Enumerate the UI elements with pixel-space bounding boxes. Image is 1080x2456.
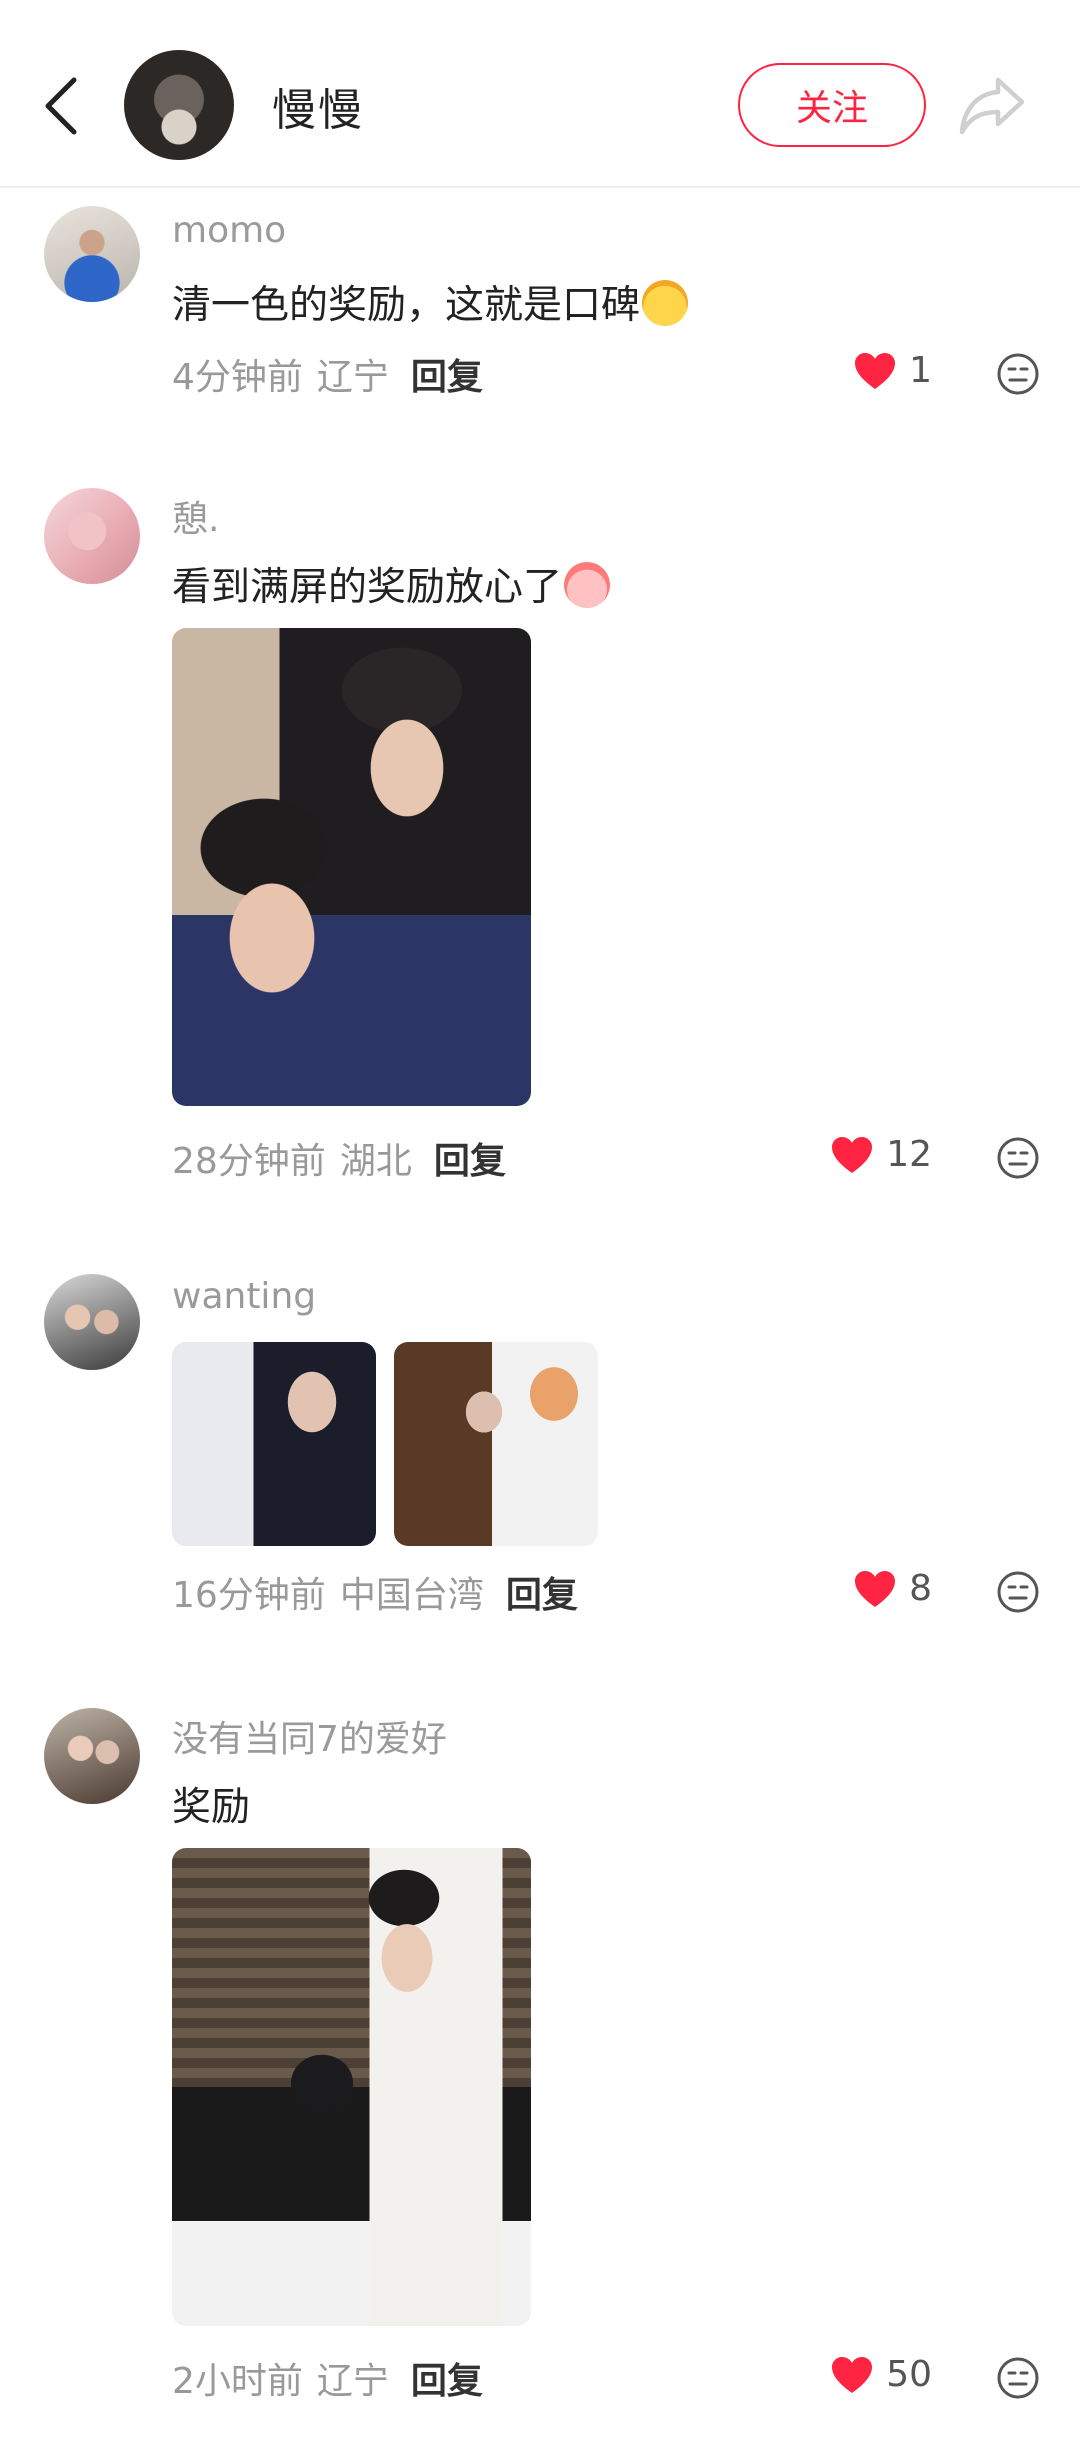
comment-meta: 4分钟前 辽宁 回复 xyxy=(172,348,483,400)
like-button[interactable]: 12 xyxy=(830,1134,932,1175)
comment-username[interactable]: momo xyxy=(172,210,286,251)
emoji-react-icon[interactable] xyxy=(996,1136,1040,1180)
author-name[interactable]: 慢慢 xyxy=(272,74,364,138)
comment-image[interactable] xyxy=(172,1848,531,2326)
comment-location: 辽宁 xyxy=(316,357,389,398)
share-icon[interactable] xyxy=(958,74,1028,136)
follow-button[interactable]: 关注 xyxy=(738,63,926,147)
author-avatar[interactable] xyxy=(124,50,234,160)
comment-time: 16分钟前 xyxy=(172,1575,326,1616)
emoji-react-icon[interactable] xyxy=(996,352,1040,396)
comment-image[interactable] xyxy=(394,1342,598,1546)
like-count: 1 xyxy=(909,350,932,391)
emoji-react-icon[interactable] xyxy=(996,1570,1040,1614)
comment-text: 奖励 xyxy=(172,1776,250,1832)
like-count: 50 xyxy=(886,2354,932,2395)
comment-text: 清一色的奖励，这就是口碑 xyxy=(172,274,689,330)
comment-location: 中国台湾 xyxy=(339,1575,484,1616)
heart-icon xyxy=(855,352,896,389)
top-bar: 慢慢 关注 xyxy=(0,0,1080,188)
like-button[interactable]: 8 xyxy=(853,1568,932,1609)
comment-text-content: 看到满屏的奖励放心了 xyxy=(172,565,563,610)
comment-time: 4分钟前 xyxy=(172,357,303,398)
comment-location: 辽宁 xyxy=(316,2361,389,2402)
reply-button[interactable]: 回复 xyxy=(411,357,483,398)
emoji-react-icon[interactable] xyxy=(996,2356,1040,2400)
comment-text-content: 清一色的奖励，这就是口碑 xyxy=(172,283,641,328)
comment-meta: 28分钟前 湖北 回复 xyxy=(172,1132,506,1184)
comment-meta: 16分钟前 中国台湾 回复 xyxy=(172,1566,578,1618)
reply-button[interactable]: 回复 xyxy=(434,1141,506,1182)
laughing-emoji-icon xyxy=(642,280,689,326)
commenter-avatar[interactable] xyxy=(44,488,140,584)
peach-emoji-icon xyxy=(564,562,611,608)
like-count: 8 xyxy=(909,1568,932,1609)
like-count: 12 xyxy=(886,1134,932,1175)
comment-location: 湖北 xyxy=(339,1141,412,1182)
commenter-avatar[interactable] xyxy=(44,206,140,302)
comment-text-content: 奖励 xyxy=(172,1785,251,1830)
comment-time: 28分钟前 xyxy=(172,1141,326,1182)
comment-username[interactable]: 憩. xyxy=(172,490,219,542)
comment-text: 看到满屏的奖励放心了 xyxy=(172,556,611,612)
commenter-avatar[interactable] xyxy=(44,1708,140,1804)
heart-icon xyxy=(832,2356,873,2393)
back-arrow-icon[interactable] xyxy=(36,70,86,140)
comment-image[interactable] xyxy=(172,628,531,1106)
commenter-avatar[interactable] xyxy=(44,1274,140,1370)
comment-username[interactable]: 没有当同7的爱好 xyxy=(172,1710,447,1762)
comment-time: 2小时前 xyxy=(172,2361,303,2402)
heart-icon xyxy=(832,1136,873,1173)
comment-image[interactable] xyxy=(172,1342,376,1546)
comment-meta: 2小时前 辽宁 回复 xyxy=(172,2352,483,2404)
comment-username[interactable]: wanting xyxy=(172,1276,316,1317)
heart-icon xyxy=(855,1570,896,1607)
reply-button[interactable]: 回复 xyxy=(411,2361,483,2402)
reply-button[interactable]: 回复 xyxy=(506,1575,578,1616)
like-button[interactable]: 1 xyxy=(853,350,932,391)
like-button[interactable]: 50 xyxy=(830,2354,932,2395)
